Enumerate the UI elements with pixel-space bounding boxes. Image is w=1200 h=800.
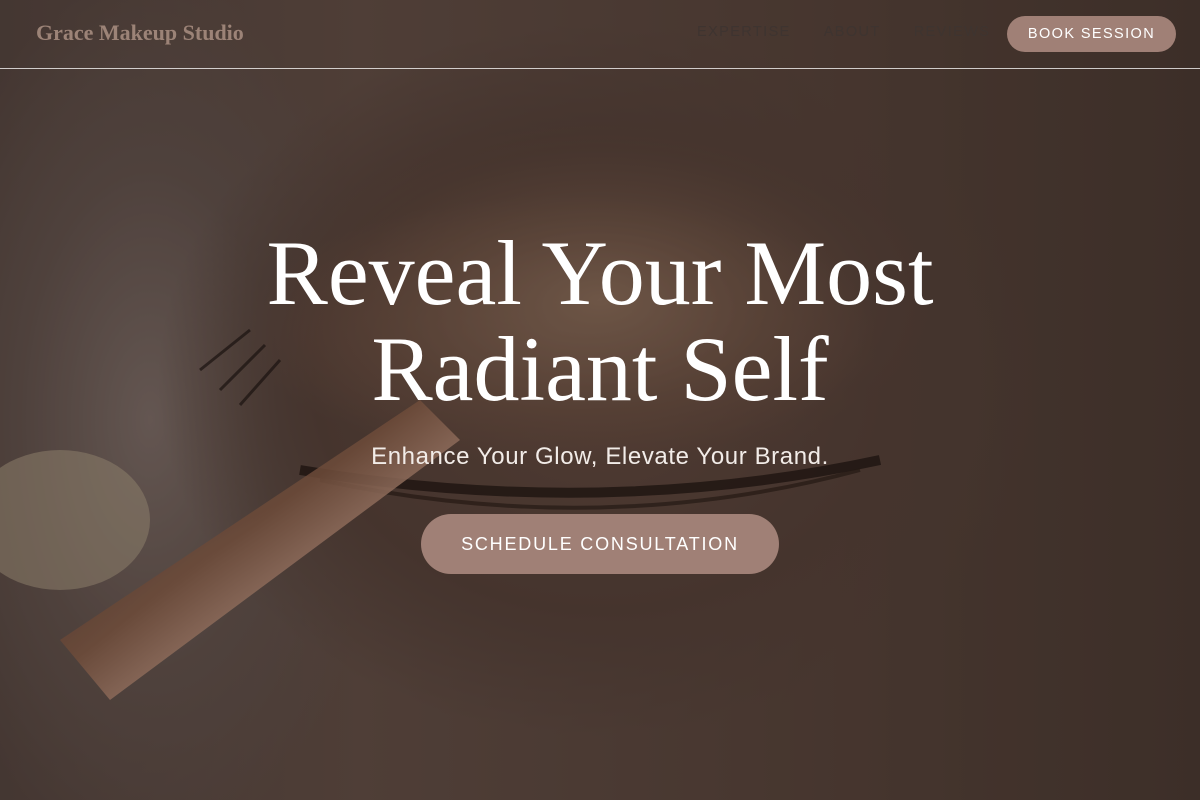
- hero-title-line-1: Reveal Your Most: [266, 222, 934, 324]
- hero-title-line-2: Radiant Self: [371, 318, 829, 420]
- nav-link-reviews[interactable]: REVIEWS: [914, 24, 991, 40]
- brand-logo[interactable]: Grace Makeup Studio: [36, 20, 244, 46]
- site-header: Grace Makeup Studio EXPERTISE ABOUT REVI…: [0, 0, 1200, 69]
- main-nav: EXPERTISE ABOUT REVIEWS: [697, 24, 990, 40]
- book-session-button[interactable]: BOOK SESSION: [1007, 16, 1176, 52]
- hero-title: Reveal Your Most Radiant Self: [0, 225, 1200, 417]
- hero-subtitle: Enhance Your Glow, Elevate Your Brand.: [371, 443, 829, 470]
- nav-link-about[interactable]: ABOUT: [824, 24, 881, 40]
- schedule-consultation-button[interactable]: SCHEDULE CONSULTATION: [421, 514, 779, 574]
- nav-link-expertise[interactable]: EXPERTISE: [697, 24, 791, 40]
